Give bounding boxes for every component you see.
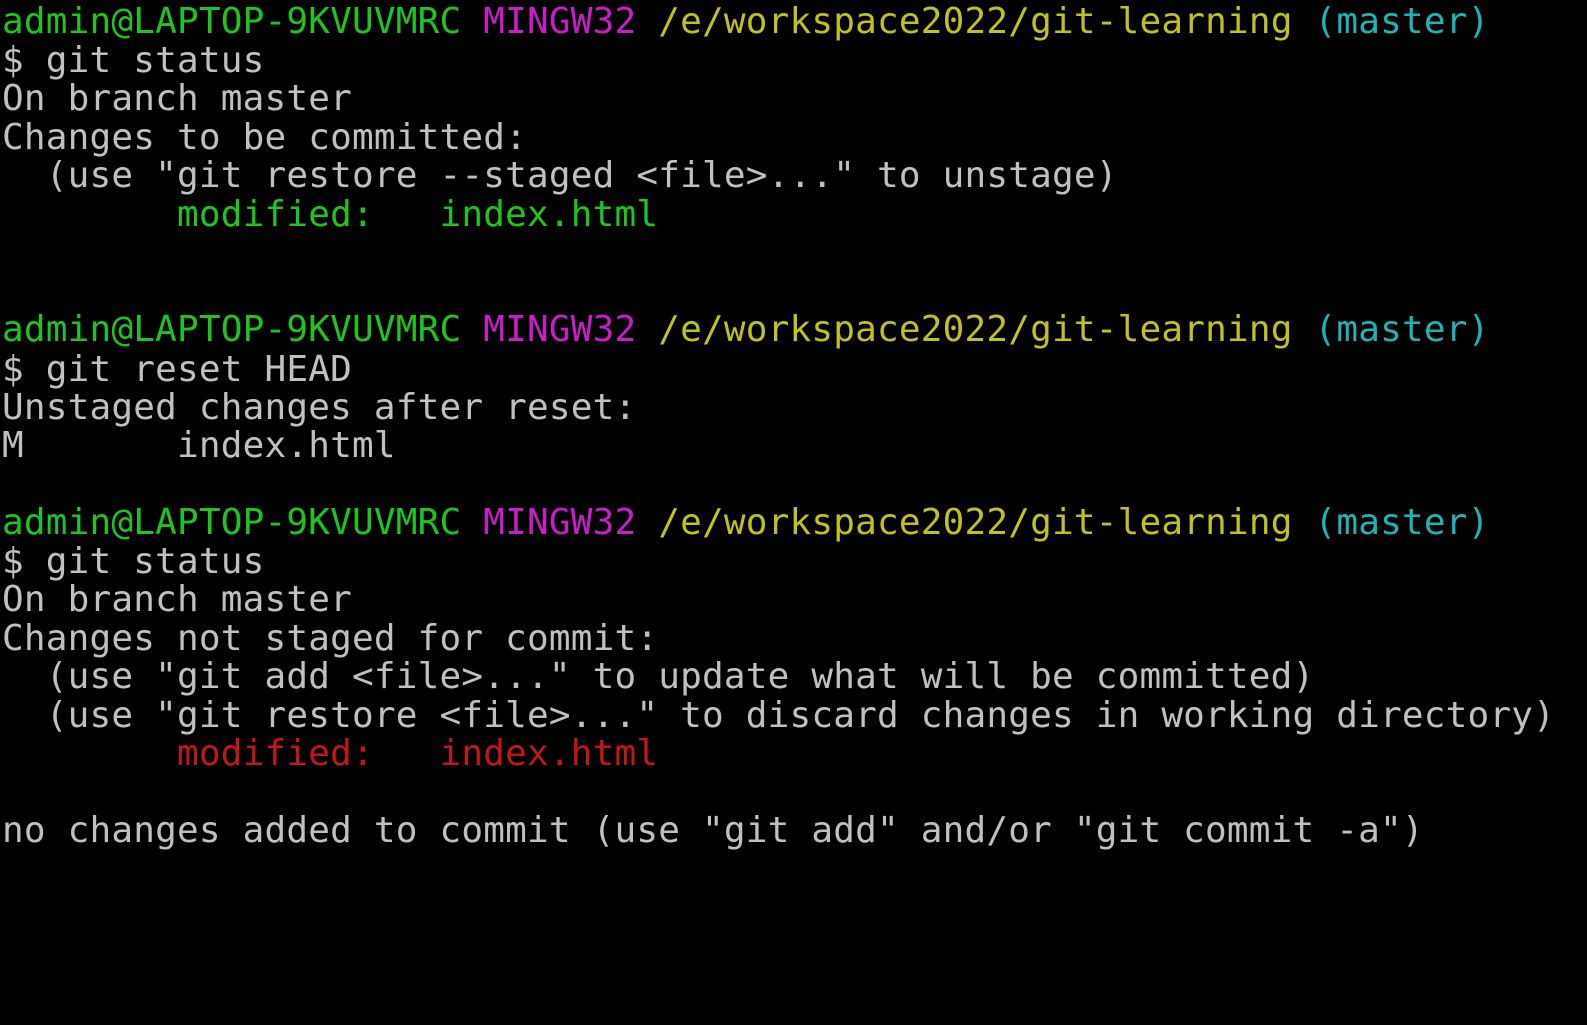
reset-file-entry: M index.html [2, 426, 396, 466]
prompt-path: /e/workspace2022/git-learning [658, 502, 1293, 543]
output-footer: no changes added to commit (use "git add… [2, 810, 1424, 851]
prompt-branch: (master) [1314, 309, 1490, 350]
prompt-line-2: admin@LAPTOP-9KVUVMRC MINGW32 /e/workspa… [2, 310, 1489, 350]
prompt-branch: (master) [1314, 1, 1490, 42]
unstaged-file-entry: modified: index.html [2, 734, 658, 774]
output-unstaged-header: Changes not staged for commit: [2, 618, 659, 659]
unstaged-file-name: index.html [373, 733, 659, 774]
prompt-path: /e/workspace2022/git-learning [658, 1, 1293, 42]
prompt-path: /e/workspace2022/git-learning [658, 309, 1293, 350]
prompt-user-host: admin@LAPTOP-9KVUVMRC [2, 502, 462, 543]
prompt-user-host: admin@LAPTOP-9KVUVMRC [2, 1, 462, 42]
prompt-line-1: admin@LAPTOP-9KVUVMRC MINGW32 /e/workspa… [2, 2, 1489, 42]
command-line-3: $ git status [2, 541, 265, 582]
prompt-environment: MINGW32 [483, 309, 637, 350]
reset-status-code: M [2, 425, 24, 466]
output-restore-hint: (use "git restore <file>..." to discard … [2, 695, 1556, 736]
output-unstage-hint: (use "git restore --staged <file>..." to… [2, 155, 1118, 196]
command-line-1: $ git status [2, 40, 265, 81]
output-branch-line-3: On branch master [2, 579, 352, 620]
prompt-branch: (master) [1314, 502, 1490, 543]
staged-file-name: index.html [373, 194, 659, 235]
staged-status-label: modified: [2, 194, 374, 235]
prompt-environment: MINGW32 [483, 1, 637, 42]
reset-file-name: index.html [23, 425, 396, 466]
prompt-user-host: admin@LAPTOP-9KVUVMRC [2, 309, 462, 350]
prompt-environment: MINGW32 [483, 502, 637, 543]
output-branch-line-1: On branch master [2, 78, 352, 119]
output-reset-header: Unstaged changes after reset: [2, 387, 637, 428]
staged-file-entry: modified: index.html [2, 195, 658, 235]
prompt-line-3: admin@LAPTOP-9KVUVMRC MINGW32 /e/workspa… [2, 503, 1489, 543]
command-line-2: $ git reset HEAD [2, 349, 352, 390]
terminal-window[interactable]: admin@LAPTOP-9KVUVMRC MINGW32 /e/workspa… [0, 0, 1587, 876]
unstaged-status-label: modified: [2, 733, 374, 774]
output-staged-header: Changes to be committed: [2, 117, 527, 158]
output-add-hint: (use "git add <file>..." to update what … [2, 656, 1315, 697]
